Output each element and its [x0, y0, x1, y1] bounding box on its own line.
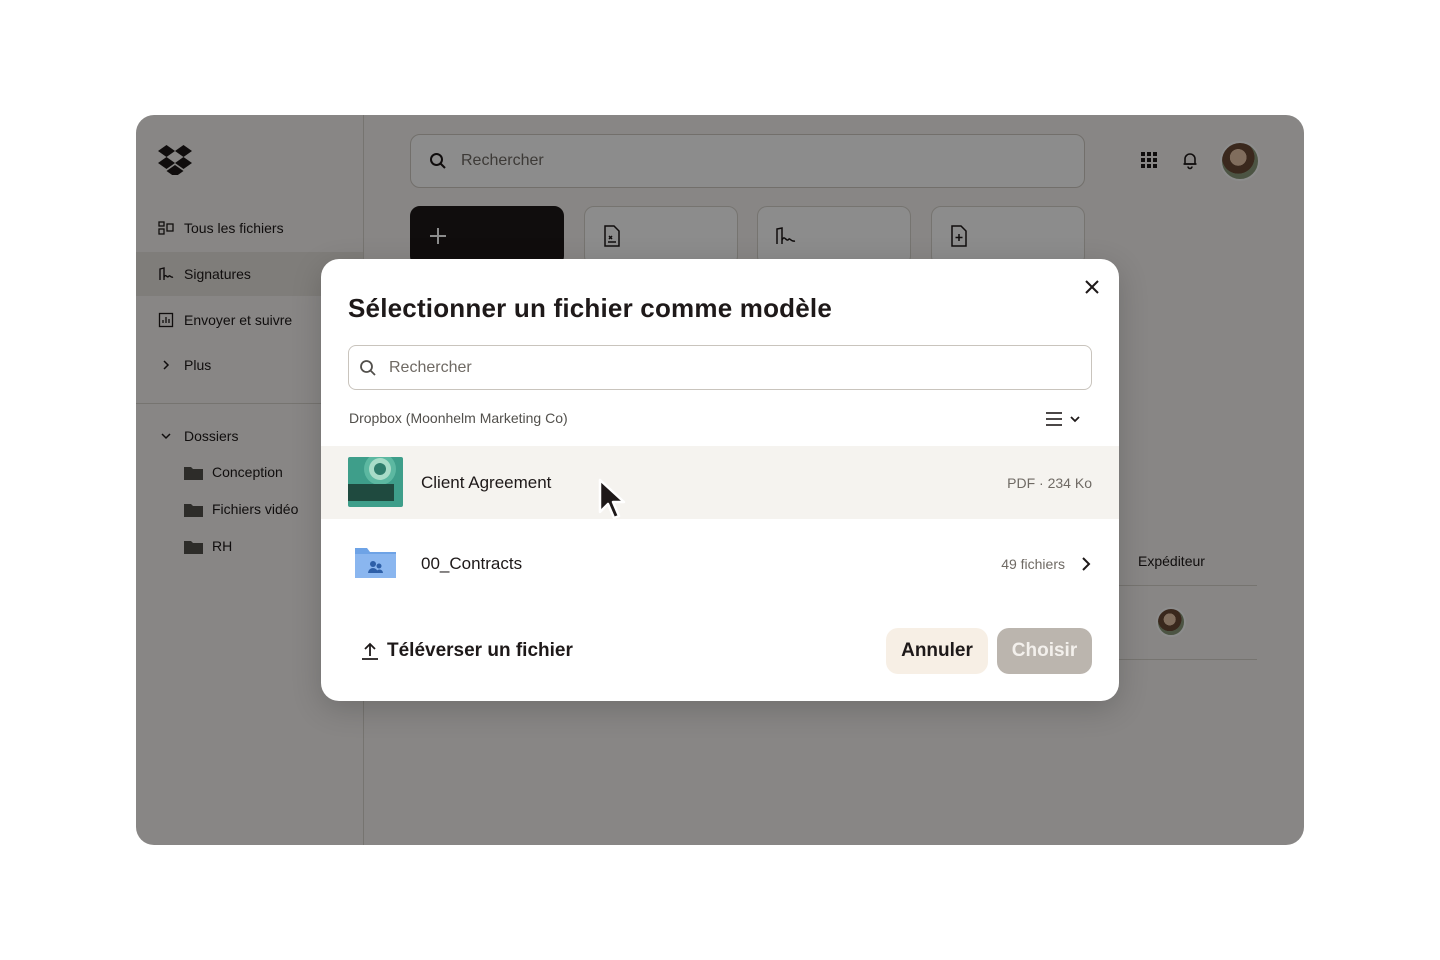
close-icon	[1085, 280, 1099, 294]
folder-meta: 49 fichiers	[1001, 555, 1065, 572]
close-button[interactable]	[1081, 276, 1103, 298]
search-icon	[360, 359, 376, 376]
file-row-contracts-folder[interactable]: 00_Contracts 49 fichiers	[321, 527, 1119, 600]
file-row-client-agreement[interactable]: Client Agreement PDF · 234 Ko	[321, 446, 1119, 519]
pdf-thumbnail	[348, 457, 403, 507]
list-view-icon	[1046, 412, 1062, 426]
upload-file-button[interactable]: Téléverser un fichier	[360, 638, 573, 664]
shared-folder-icon	[348, 538, 403, 588]
dialog-search-field	[348, 345, 1092, 390]
cancel-button[interactable]: Annuler	[886, 628, 988, 674]
view-toggle-button[interactable]	[1045, 408, 1087, 430]
upload-icon	[360, 641, 380, 661]
upload-label: Téléverser un fichier	[387, 640, 573, 661]
select-template-dialog: Sélectionner un fichier comme modèle Dro…	[321, 259, 1119, 701]
choose-button[interactable]: Choisir	[997, 628, 1092, 674]
mouse-cursor-icon	[598, 478, 626, 520]
location-breadcrumb[interactable]: Dropbox (Moonhelm Marketing Co)	[349, 410, 568, 426]
file-meta: PDF · 234 Ko	[1007, 474, 1092, 491]
chevron-right-icon[interactable]	[1077, 555, 1095, 573]
chevron-down-icon	[1070, 416, 1080, 423]
dialog-search-input[interactable]	[387, 357, 1071, 378]
dialog-title: Sélectionner un fichier comme modèle	[348, 293, 832, 323]
file-name: Client Agreement	[421, 472, 552, 492]
folder-name: 00_Contracts	[421, 553, 523, 573]
